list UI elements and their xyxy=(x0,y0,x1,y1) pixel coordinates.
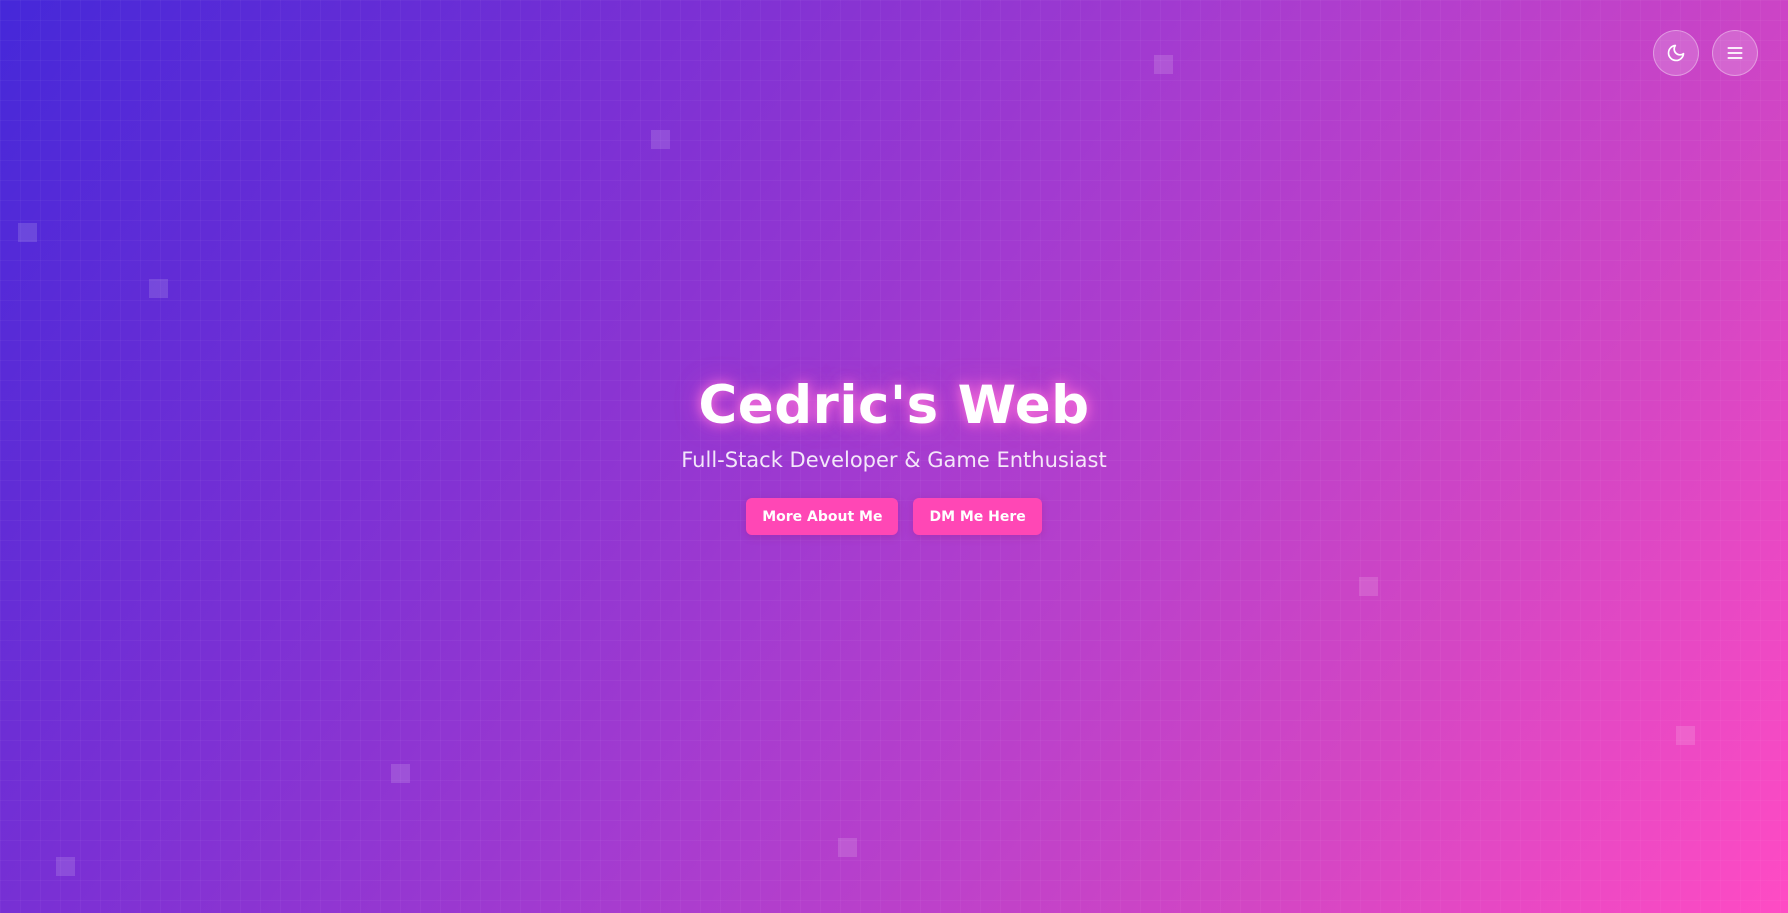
theme-toggle-button[interactable] xyxy=(1653,30,1699,76)
hero-title: Cedric's Web xyxy=(698,375,1090,436)
menu-button[interactable] xyxy=(1712,30,1758,76)
top-controls xyxy=(1653,30,1758,76)
decorative-square xyxy=(18,223,37,242)
hamburger-menu-icon xyxy=(1727,47,1743,59)
decorative-square xyxy=(149,279,168,298)
decorative-square xyxy=(391,764,410,783)
hero-section: Cedric's Web Full-Stack Developer & Game… xyxy=(0,372,1788,535)
moon-icon xyxy=(1667,44,1685,62)
decorative-square xyxy=(1154,55,1173,74)
decorative-square xyxy=(838,838,857,857)
cta-row: More About Me DM Me Here xyxy=(0,498,1788,535)
hero-subtitle: Full-Stack Developer & Game Enthusiast xyxy=(681,448,1107,472)
dm-me-button[interactable]: DM Me Here xyxy=(913,498,1042,535)
decorative-square xyxy=(1676,726,1695,745)
decorative-square xyxy=(651,130,670,149)
more-about-me-button[interactable]: More About Me xyxy=(746,498,899,535)
decorative-square xyxy=(56,857,75,876)
decorative-square xyxy=(1359,577,1378,596)
